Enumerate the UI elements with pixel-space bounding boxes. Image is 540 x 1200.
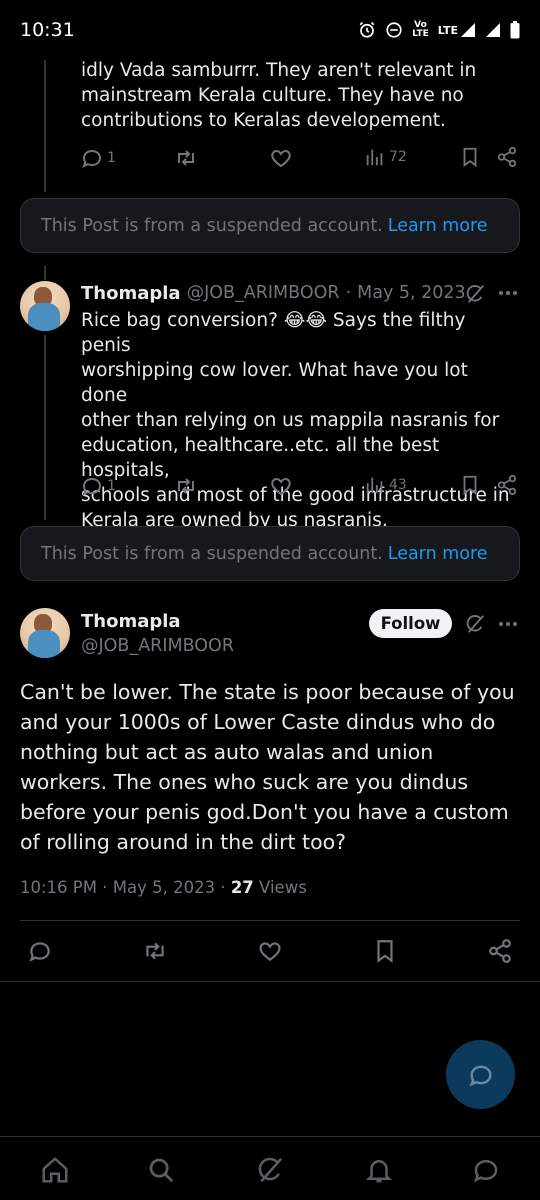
author-handle[interactable]: @JOB_ARIMBOOR — [187, 283, 340, 304]
reply-count: 1 — [107, 478, 116, 494]
battery-icon — [510, 21, 520, 39]
thread-line — [44, 335, 46, 520]
heart-icon — [271, 477, 291, 496]
alarm-icon — [359, 21, 375, 38]
author-handle[interactable]: @JOB_ARIMBOOR — [81, 636, 234, 656]
views-label: Views — [259, 878, 307, 897]
views-icon — [366, 149, 383, 166]
reply-fab[interactable] — [446, 1040, 515, 1109]
status-icons: Vo LTE LTE — [358, 21, 520, 39]
suspended-post-card: This Post is from a suspended account. L… — [20, 526, 520, 581]
main-tweet-actions — [0, 938, 540, 966]
repost-button[interactable] — [174, 474, 198, 498]
suspended-text: This Post is from a suspended account. — [41, 543, 383, 564]
like-button[interactable] — [269, 146, 293, 170]
search-icon[interactable] — [146, 1155, 176, 1185]
bookmark-icon — [463, 147, 477, 168]
repost-button[interactable] — [174, 146, 198, 170]
status-bar: 10:31 Vo LTE LTE — [0, 0, 540, 60]
tweet-date[interactable]: May 5, 2023 — [357, 283, 466, 304]
tweet-timestamp: 10:16 PM · May 5, 2023 · 27 Views — [20, 878, 307, 897]
repost-icon — [178, 150, 194, 166]
suspended-text: This Post is from a suspended account. — [41, 215, 383, 236]
tweet-text: idly Vada samburrr. They aren't relevant… — [81, 60, 477, 131]
tweet-actions: 1 72 — [80, 146, 520, 172]
status-time: 10:31 — [20, 19, 75, 41]
views-button[interactable]: 72 — [364, 146, 407, 168]
main-tweet-text: Can't be lower. The state is poor becaus… — [20, 680, 515, 854]
reply-icon — [82, 477, 102, 496]
author-name[interactable]: Thomapla — [81, 283, 181, 304]
separator: · — [345, 283, 352, 303]
share-icon — [497, 474, 517, 496]
divider — [20, 920, 520, 921]
views-count: 43 — [389, 477, 407, 493]
grok-icon[interactable] — [464, 283, 486, 305]
reply-icon[interactable] — [27, 938, 53, 964]
messages-icon[interactable] — [471, 1155, 501, 1185]
author-name[interactable]: Thomapla — [81, 611, 181, 632]
dnd-icon — [386, 22, 402, 38]
reply-icon — [469, 1065, 492, 1087]
views-count: 72 — [389, 149, 407, 165]
heart-icon — [271, 149, 291, 168]
share-button[interactable] — [496, 146, 518, 168]
volte-icon: Vo LTE — [412, 20, 429, 39]
tweet-date[interactable]: May 5, 2023 — [113, 878, 215, 897]
views-count: 27 — [230, 878, 254, 897]
heart-icon[interactable] — [257, 938, 283, 964]
share-icon[interactable] — [487, 938, 513, 964]
bookmark-icon[interactable] — [372, 938, 398, 964]
reply-count: 1 — [107, 150, 116, 166]
bookmark-button[interactable] — [459, 146, 481, 168]
signal-icon — [486, 23, 500, 37]
bookmark-icon — [463, 475, 477, 496]
more-icon[interactable] — [498, 621, 518, 627]
thread-line — [44, 266, 46, 280]
reply-button[interactable]: 1 — [80, 474, 116, 498]
separator: · — [220, 878, 226, 897]
repost-icon[interactable] — [142, 938, 168, 964]
home-icon[interactable] — [40, 1155, 70, 1185]
avatar[interactable] — [20, 608, 70, 658]
tweet-time[interactable]: 10:16 PM — [20, 878, 97, 897]
bookmark-button[interactable] — [459, 474, 481, 496]
more-icon[interactable] — [498, 290, 518, 296]
grok-icon[interactable] — [255, 1155, 285, 1185]
grok-icon[interactable] — [464, 613, 486, 635]
reply-button[interactable]: 1 — [80, 146, 116, 170]
repost-icon — [178, 478, 194, 494]
learn-more-link[interactable]: Learn more — [388, 544, 488, 564]
separator: · — [102, 878, 108, 897]
tweet-header: Thomapla @JOB_ARIMBOOR · May 5, 2023 — [81, 283, 466, 304]
lte-icon: LTE — [437, 23, 458, 37]
signal-icon — [461, 23, 475, 37]
share-button[interactable] — [496, 474, 518, 496]
avatar[interactable] — [20, 281, 70, 331]
follow-button[interactable]: Follow — [369, 609, 452, 638]
divider — [0, 981, 540, 982]
share-icon — [497, 146, 517, 168]
thread-line — [44, 60, 46, 192]
views-icon — [366, 477, 383, 494]
tweet-actions: 1 43 — [80, 474, 520, 500]
like-button[interactable] — [269, 474, 293, 498]
notifications-icon[interactable] — [364, 1155, 394, 1185]
bottom-nav — [0, 1136, 540, 1200]
suspended-post-card: This Post is from a suspended account. L… — [20, 198, 520, 253]
views-button[interactable]: 43 — [364, 474, 407, 496]
learn-more-link[interactable]: Learn more — [388, 216, 488, 236]
reply-icon — [82, 149, 102, 168]
